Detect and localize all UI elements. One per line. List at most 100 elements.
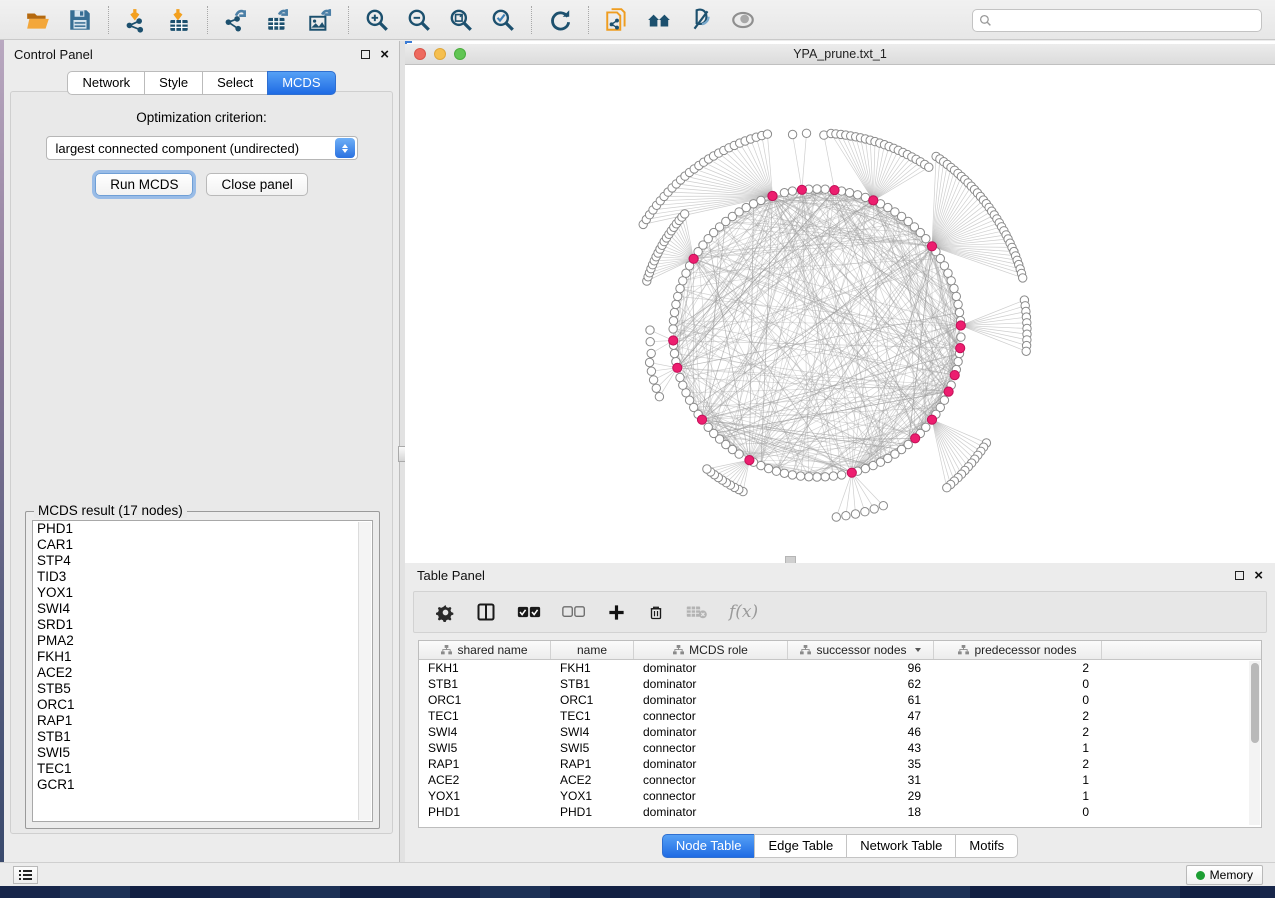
table-cell[interactable]: connector	[634, 740, 788, 756]
delete-column-icon[interactable]	[647, 603, 665, 622]
table-cell[interactable]: 2	[934, 724, 1102, 740]
mcds-result-item[interactable]: STB5	[33, 681, 372, 697]
new-network-from-selection-icon[interactable]	[603, 6, 631, 34]
houses-icon[interactable]	[645, 6, 673, 34]
refresh-icon[interactable]	[546, 6, 574, 34]
tab-select[interactable]: Select	[202, 71, 267, 95]
table-cell[interactable]: SWI4	[551, 724, 634, 740]
mcds-list-scrollbar[interactable]	[358, 522, 371, 820]
table-cell[interactable]: STB1	[551, 676, 634, 692]
tab-mcds[interactable]: MCDS	[267, 71, 335, 95]
mcds-result-item[interactable]: STP4	[33, 553, 372, 569]
table-cell[interactable]: 29	[788, 788, 934, 804]
table-cell[interactable]: dominator	[634, 756, 788, 772]
function-builder-icon[interactable]: f(x)	[729, 602, 758, 622]
table-cell[interactable]: 46	[788, 724, 934, 740]
table-cell[interactable]: 61	[788, 692, 934, 708]
zoom-out-icon[interactable]	[405, 6, 433, 34]
table-cell[interactable]: 31	[788, 772, 934, 788]
mcds-result-item[interactable]: SWI4	[33, 601, 372, 617]
table-cell[interactable]: 43	[788, 740, 934, 756]
table-cell[interactable]: dominator	[634, 660, 788, 676]
table-cell[interactable]: ORC1	[419, 692, 551, 708]
show-all-icon[interactable]	[729, 6, 757, 34]
table-cell[interactable]: dominator	[634, 724, 788, 740]
search-input[interactable]	[997, 14, 1255, 28]
column-header-predecessor-nodes[interactable]: predecessor nodes	[934, 641, 1102, 659]
table-cell[interactable]: 2	[934, 756, 1102, 772]
mcds-result-item[interactable]: ACE2	[33, 665, 372, 681]
table-row[interactable]: TEC1TEC1connector472	[419, 708, 1261, 724]
task-history-button[interactable]	[13, 866, 38, 884]
table-cell[interactable]: connector	[634, 788, 788, 804]
close-panel-icon[interactable]: ×	[380, 50, 389, 59]
table-cell[interactable]: ACE2	[419, 772, 551, 788]
table-cell[interactable]: FKH1	[551, 660, 634, 676]
table-cell[interactable]: connector	[634, 708, 788, 724]
tab-style[interactable]: Style	[144, 71, 202, 95]
open-file-icon[interactable]	[24, 6, 52, 34]
table-cell[interactable]: PHD1	[419, 804, 551, 820]
table-cell[interactable]: PHD1	[551, 804, 634, 820]
table-vertical-scrollbar[interactable]	[1249, 661, 1260, 825]
table-row[interactable]: SWI5SWI5connector431	[419, 740, 1261, 756]
table-cell[interactable]: 18	[788, 804, 934, 820]
mcds-result-item[interactable]: TID3	[33, 569, 372, 585]
table-cell[interactable]: 62	[788, 676, 934, 692]
mcds-result-item[interactable]: YOX1	[33, 585, 372, 601]
mcds-result-item[interactable]: ORC1	[33, 697, 372, 713]
table-cell[interactable]: 0	[934, 676, 1102, 692]
table-cell[interactable]: 35	[788, 756, 934, 772]
float-table-panel-icon[interactable]	[1235, 571, 1244, 580]
save-session-icon[interactable]	[66, 6, 94, 34]
table-cell[interactable]: 2	[934, 660, 1102, 676]
import-table-icon[interactable]	[165, 6, 193, 34]
optimization-criterion-select[interactable]: largest connected component (undirected)	[46, 136, 358, 160]
mcds-result-item[interactable]: TEC1	[33, 761, 372, 777]
tab-network[interactable]: Network	[67, 71, 144, 95]
table-row[interactable]: RAP1RAP1dominator352	[419, 756, 1261, 772]
zoom-fit-icon[interactable]	[447, 6, 475, 34]
mcds-result-item[interactable]: SWI5	[33, 745, 372, 761]
table-cell[interactable]: STB1	[419, 676, 551, 692]
table-cell[interactable]: SWI4	[419, 724, 551, 740]
scrollbar-thumb[interactable]	[1251, 663, 1259, 743]
export-network-icon[interactable]	[222, 6, 250, 34]
table-cell[interactable]: YOX1	[551, 788, 634, 804]
table-cell[interactable]: YOX1	[419, 788, 551, 804]
column-header-shared-name[interactable]: shared name	[419, 641, 551, 659]
mcds-result-item[interactable]: SRD1	[33, 617, 372, 633]
import-network-icon[interactable]	[123, 6, 151, 34]
table-cell[interactable]: 0	[934, 692, 1102, 708]
hide-selection-icon[interactable]	[687, 6, 715, 34]
table-cell[interactable]: 1	[934, 740, 1102, 756]
table-cell[interactable]: RAP1	[419, 756, 551, 772]
show-columns-icon[interactable]	[476, 602, 496, 622]
table-row[interactable]: ACE2ACE2connector311	[419, 772, 1261, 788]
mcds-result-list[interactable]: PHD1CAR1STP4TID3YOX1SWI4SRD1PMA2FKH1ACE2…	[32, 520, 373, 822]
table-cell[interactable]: dominator	[634, 804, 788, 820]
table-cell[interactable]: dominator	[634, 676, 788, 692]
deselect-all-rows-icon[interactable]	[562, 605, 586, 619]
table-row[interactable]: FKH1FKH1dominator962	[419, 660, 1261, 676]
column-header-name[interactable]: name	[551, 641, 634, 659]
table-cell[interactable]: TEC1	[419, 708, 551, 724]
table-cell[interactable]: 2	[934, 708, 1102, 724]
select-all-rows-icon[interactable]	[517, 605, 541, 619]
table-row[interactable]: YOX1YOX1connector291	[419, 788, 1261, 804]
mcds-result-item[interactable]: PMA2	[33, 633, 372, 649]
zoom-in-icon[interactable]	[363, 6, 391, 34]
table-cell[interactable]: SWI5	[551, 740, 634, 756]
mcds-result-item[interactable]: STB1	[33, 729, 372, 745]
add-column-icon[interactable]	[607, 603, 626, 622]
run-mcds-button[interactable]: Run MCDS	[95, 173, 193, 196]
export-image-icon[interactable]	[306, 6, 334, 34]
zoom-selected-icon[interactable]	[489, 6, 517, 34]
table-cell[interactable]: TEC1	[551, 708, 634, 724]
table-cell[interactable]: 0	[934, 804, 1102, 820]
mcds-result-item[interactable]: FKH1	[33, 649, 372, 665]
mcds-result-item[interactable]: GCR1	[33, 777, 372, 793]
memory-button[interactable]: Memory	[1186, 865, 1263, 885]
float-panel-icon[interactable]	[361, 50, 370, 59]
table-row[interactable]: PHD1PHD1dominator180	[419, 804, 1261, 820]
